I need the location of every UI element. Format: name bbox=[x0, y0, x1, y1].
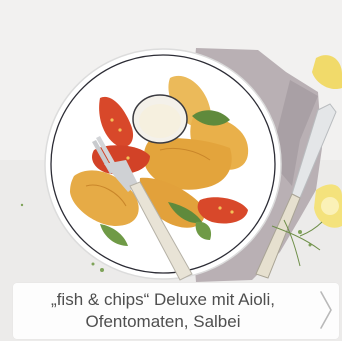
chevron-right-icon bbox=[320, 291, 332, 329]
recipe-title[interactable]: „fish & chips“ Deluxe mit Aioli, Ofentom… bbox=[32, 289, 294, 333]
recipe-title-line-1: „fish & chips“ Deluxe mit Aioli, bbox=[51, 290, 275, 309]
aioli bbox=[139, 104, 181, 138]
next-button[interactable] bbox=[314, 287, 338, 333]
recipe-card[interactable]: „fish & chips“ Deluxe mit Aioli, Ofentom… bbox=[0, 0, 342, 341]
recipe-title-line-2: Ofentomaten, Salbei bbox=[85, 312, 241, 331]
